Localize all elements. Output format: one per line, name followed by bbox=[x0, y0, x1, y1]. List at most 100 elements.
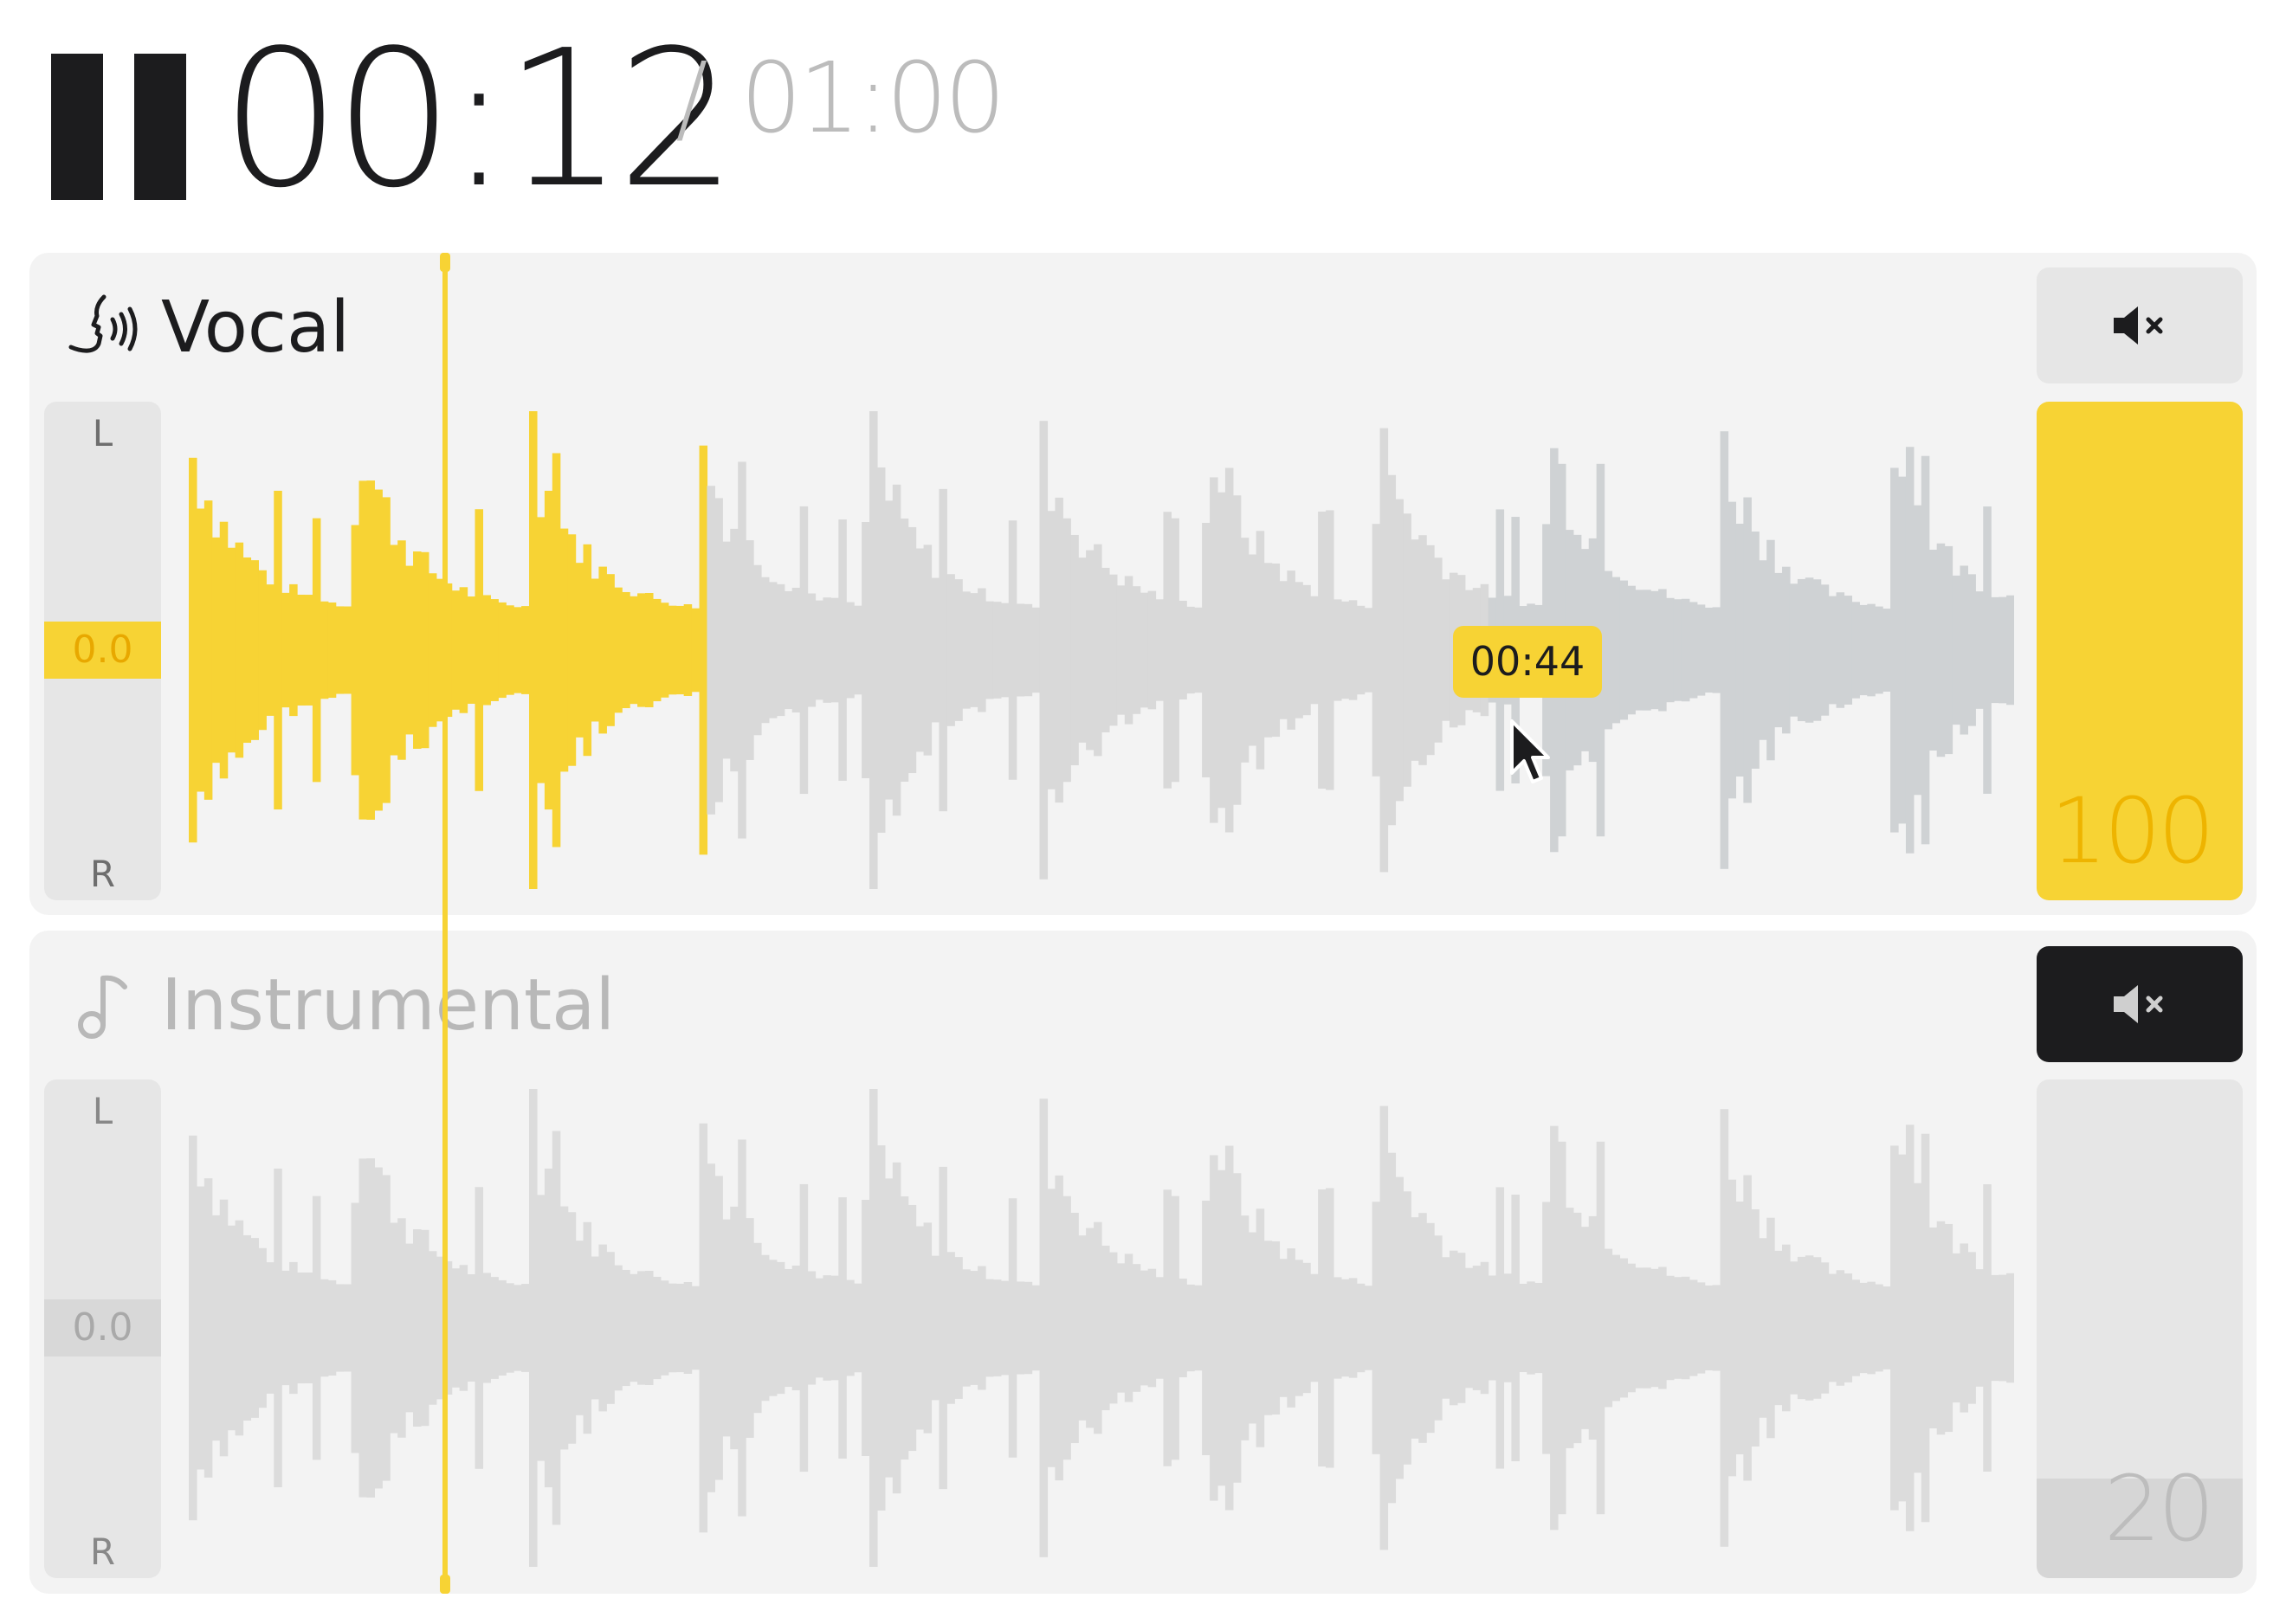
waveform-bar bbox=[1340, 601, 1350, 699]
waveform-bar bbox=[1186, 606, 1195, 694]
waveform-bar bbox=[746, 1218, 754, 1438]
waveform-bar bbox=[830, 597, 839, 703]
waveform-bar bbox=[1147, 590, 1157, 710]
waveform-bar bbox=[2006, 1273, 2014, 1383]
waveform-bar bbox=[1991, 596, 1999, 704]
waveform-bar bbox=[1302, 1262, 1311, 1394]
waveform-bar bbox=[1372, 1202, 1381, 1454]
waveform-bar bbox=[1147, 1268, 1157, 1388]
waveform-bar bbox=[1132, 1264, 1141, 1392]
waveform-bar bbox=[506, 605, 514, 695]
pan-control-instrumental[interactable]: L 0.0 R bbox=[44, 1079, 161, 1578]
pause-bar-left bbox=[51, 54, 103, 200]
waveform-bar bbox=[1387, 474, 1397, 826]
waveform-bar bbox=[660, 603, 669, 698]
waveform-bar bbox=[1991, 1274, 1999, 1382]
waveform-bar bbox=[583, 544, 592, 757]
waveform-bar bbox=[1217, 492, 1226, 809]
waveform-bar bbox=[575, 1241, 584, 1415]
waveform-bar bbox=[1488, 1275, 1497, 1381]
waveform-bar bbox=[1588, 1215, 1598, 1440]
waveform-bar bbox=[1611, 577, 1621, 724]
waveform-bar bbox=[552, 453, 561, 847]
waveform-bar bbox=[227, 1225, 236, 1431]
waveform-bar bbox=[1650, 1268, 1659, 1388]
waveform-bar bbox=[1928, 550, 1938, 751]
waveform-bar bbox=[1132, 586, 1141, 714]
waveform-bar bbox=[1751, 1209, 1760, 1447]
waveform-bar bbox=[722, 1219, 731, 1437]
waveform-bar bbox=[1983, 506, 1992, 794]
waveform-bar bbox=[196, 508, 205, 792]
waveform-bar bbox=[559, 1206, 569, 1450]
waveform-bar bbox=[235, 1220, 244, 1436]
waveform-instrumental[interactable] bbox=[189, 1089, 2014, 1567]
waveform-bar bbox=[1820, 1262, 1830, 1394]
waveform-bar bbox=[513, 1285, 522, 1371]
pan-control-vocal[interactable]: L 0.0 R bbox=[44, 402, 161, 900]
waveform-bar bbox=[598, 566, 607, 734]
waveform-bar bbox=[714, 498, 723, 802]
waveform-bar bbox=[1472, 1266, 1482, 1390]
waveform-bar bbox=[1936, 1221, 1946, 1435]
waveform-bar bbox=[1295, 1260, 1303, 1396]
mute-button-instrumental[interactable] bbox=[2037, 946, 2243, 1062]
waveform-bar bbox=[1186, 1284, 1195, 1372]
waveform-bar bbox=[1913, 505, 1922, 796]
waveform-bar bbox=[1108, 574, 1118, 726]
waveform-bar bbox=[420, 551, 429, 749]
waveform-bar bbox=[1905, 1125, 1915, 1531]
volume-fader-instrumental[interactable]: 20 bbox=[2037, 1079, 2243, 1578]
playhead[interactable] bbox=[440, 253, 450, 1594]
waveform-bar bbox=[1070, 534, 1079, 766]
waveform-bar bbox=[467, 596, 476, 704]
waveform-bar bbox=[869, 411, 878, 889]
pause-bar-right bbox=[134, 54, 186, 200]
mute-icon bbox=[2114, 306, 2163, 345]
waveform-bar bbox=[1008, 1198, 1017, 1458]
waveform-bar bbox=[923, 1222, 933, 1434]
waveform-bar bbox=[1140, 1270, 1149, 1386]
waveform-bar bbox=[1116, 585, 1126, 715]
waveform-bar bbox=[823, 1275, 831, 1381]
waveform-bar bbox=[1039, 1099, 1049, 1557]
waveform-bar bbox=[297, 1272, 306, 1384]
waveform-bar bbox=[668, 605, 677, 695]
waveform-bar bbox=[978, 1266, 986, 1390]
waveform-bar bbox=[1442, 1257, 1450, 1399]
waveform-bar bbox=[1395, 1176, 1404, 1479]
waveform-bar bbox=[892, 484, 901, 816]
waveform-bar bbox=[1171, 518, 1179, 783]
waveform-bar bbox=[1944, 545, 1953, 755]
waveform-bar bbox=[467, 1274, 476, 1382]
waveform-bar bbox=[211, 537, 221, 764]
waveform-bar bbox=[327, 1279, 337, 1376]
waveform-bar bbox=[304, 595, 313, 706]
waveform-bar bbox=[1983, 1184, 1992, 1472]
waveform-bar bbox=[1263, 563, 1273, 738]
waveform-bar bbox=[390, 1222, 398, 1434]
waveform-bar bbox=[1094, 1221, 1102, 1434]
waveform-bar bbox=[1572, 1212, 1582, 1444]
waveform-bar bbox=[846, 1279, 855, 1376]
waveform-bar bbox=[258, 570, 267, 731]
volume-fader-vocal[interactable]: 100 bbox=[2037, 402, 2243, 900]
waveform-bar bbox=[1898, 1154, 1907, 1502]
waveform-bar bbox=[1062, 1195, 1071, 1460]
pause-icon[interactable] bbox=[51, 54, 186, 200]
waveform-bar bbox=[784, 590, 793, 710]
mute-button-vocal[interactable] bbox=[2037, 267, 2243, 383]
waveform-bar bbox=[776, 583, 785, 717]
waveform-bar bbox=[876, 467, 886, 833]
waveform-bar bbox=[1210, 1155, 1218, 1501]
waveform-bar bbox=[1960, 565, 1968, 735]
waveform-bar bbox=[242, 1234, 252, 1421]
waveform-bar bbox=[1271, 563, 1281, 738]
waveform-bar bbox=[312, 518, 321, 783]
waveform-bar bbox=[1635, 590, 1643, 711]
waveform-bar bbox=[1171, 1195, 1179, 1460]
waveform-vocal[interactable] bbox=[189, 411, 2014, 889]
waveform-bar bbox=[1078, 557, 1087, 743]
waveform-bar bbox=[366, 1158, 375, 1498]
waveform-bar bbox=[521, 1284, 530, 1372]
